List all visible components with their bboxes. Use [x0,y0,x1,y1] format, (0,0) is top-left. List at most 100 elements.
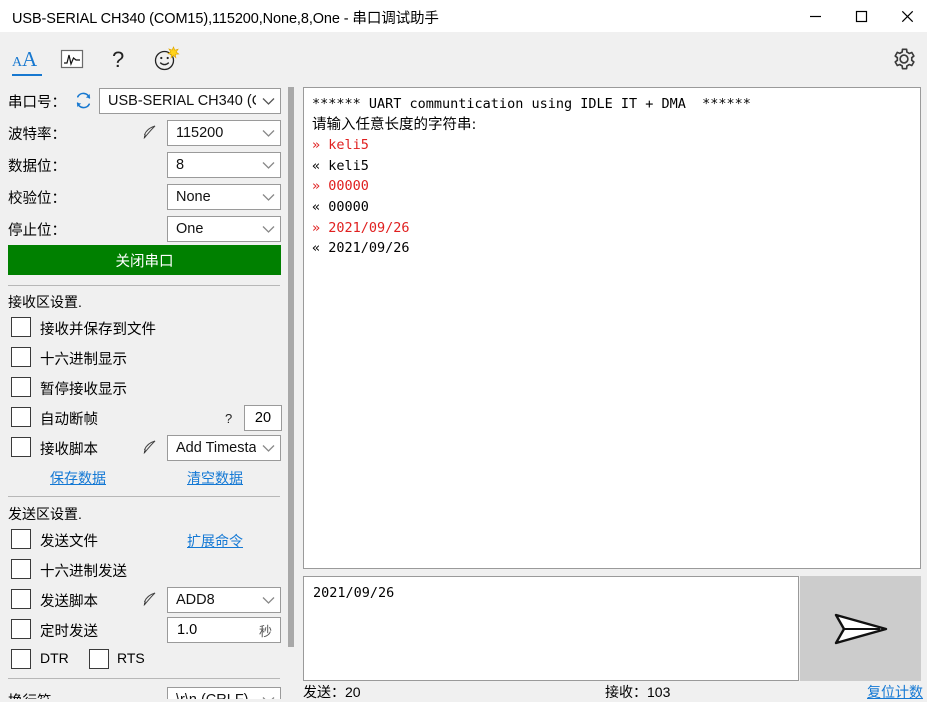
quill-pen-icon [143,125,156,140]
checkbox-row-hex-display[interactable]: 十六进制显示 [0,343,288,373]
receive-line: » 00000 [312,178,369,195]
clear-data-link[interactable]: 清空数据 [187,468,243,488]
chevron-down-icon [256,129,280,138]
status-sent: 发送：20 [303,684,361,700]
newline-row: 换行符 \r\n (CRLF) [0,685,288,699]
toggle-port-button[interactable]: 关闭串口 [8,245,281,275]
receive-script-select[interactable]: Add Timestamp [167,435,281,461]
font-size-button[interactable]: A A [3,32,51,85]
about-button[interactable] [142,32,190,85]
save-data-link[interactable]: 保存数据 [50,468,106,488]
newline-value: \r\n (CRLF) [168,692,256,699]
quill-pen-icon [143,592,156,607]
chevron-down-icon [256,596,280,605]
checkbox-row-send-script[interactable]: 发送脚本 ADD8 [0,585,288,615]
checkbox-row-auto-frame[interactable]: 自动断帧 ? 20 [0,403,288,433]
checkbox-pause-display[interactable] [11,377,31,397]
settings-button[interactable] [880,32,927,85]
send-script-edit-icon[interactable] [140,591,158,609]
extend-command-link[interactable]: 扩展命令 [187,531,243,551]
svg-text:?: ? [112,47,124,72]
divider [8,496,280,497]
port-select[interactable]: USB-SERIAL CH340 (COM15) [99,88,281,114]
checkbox-row-receive-script[interactable]: 接收脚本 Add Timestamp [0,433,288,463]
receive-line: « 00000 [312,198,369,215]
checkbox-row-hex-send[interactable]: 十六进制发送 [0,555,288,585]
checkbox-row-save-to-file[interactable]: 接收并保存到文件 [0,313,288,343]
baud-row: 波特率： 115200 [0,117,288,149]
checkbox-timed-send[interactable] [11,619,31,639]
stopbits-select[interactable]: One [167,216,281,242]
receive-script-edit-icon[interactable] [140,439,158,457]
send-input[interactable]: 2021/09/26 [303,576,799,681]
checkbox-send-file[interactable] [11,529,31,549]
flow-control-row: DTR RTS [0,645,288,675]
chevron-down-icon [256,193,280,202]
parity-value: None [176,189,211,205]
maximize-button[interactable] [838,0,884,32]
auto-frame-help-icon[interactable]: ? [225,411,232,426]
label-hex-send: 十六进制发送 [40,564,127,580]
parity-row: 校验位： None [0,181,288,213]
receive-line: « 2021/09/26 [312,240,410,257]
send-settings-heading: 发送区设置. [8,506,82,522]
baud-value: 115200 [176,125,224,141]
label-send-script: 发送脚本 [40,594,98,610]
left-panel-scrollbar-thumb[interactable] [288,87,294,647]
receive-line: » keli5 [312,137,369,154]
receive-line: » 2021/09/26 [312,219,410,236]
minimize-button[interactable] [792,0,838,32]
label-receive-script: 接收脚本 [40,442,98,458]
checkbox-hex-display[interactable] [11,347,31,367]
waveform-button[interactable] [48,32,96,85]
receive-settings-heading: 接收区设置. [8,294,82,310]
send-button[interactable] [800,576,921,681]
checkbox-dtr[interactable] [11,649,31,669]
refresh-ports-button[interactable] [74,91,94,111]
newline-label: 换行符 [8,690,52,699]
checkbox-hex-send[interactable] [11,559,31,579]
databits-select[interactable]: 8 [167,152,281,178]
port-row: 串口号： USB-SERIAL CH340 (COM15) [0,85,288,117]
newline-select[interactable]: \r\n (CRLF) [167,687,281,699]
label-pause-display: 暂停接收显示 [40,382,127,398]
receive-line: « keli5 [312,157,369,174]
port-value: USB-SERIAL CH340 (COM15) [108,93,256,109]
baud-edit-icon[interactable] [140,124,158,142]
reset-counter-link[interactable]: 复位计数 [867,682,923,702]
chevron-down-icon [256,444,280,453]
timed-send-interval-input[interactable]: 1.0 秒 [167,617,281,643]
label-save-to-file: 接收并保存到文件 [40,322,156,338]
parity-label: 校验位： [8,191,66,207]
databits-label: 数据位： [8,159,66,175]
label-timed-send: 定时发送 [40,624,98,640]
label-send-file: 发送文件 [40,534,98,550]
stopbits-row: 停止位： One [0,213,288,245]
divider [8,678,280,679]
chevron-down-icon [256,161,280,170]
checkbox-save-to-file[interactable] [11,317,31,337]
baud-select[interactable]: 115200 [167,120,281,146]
checkbox-auto-frame[interactable] [11,407,31,427]
checkbox-row-pause-display[interactable]: 暂停接收显示 [0,373,288,403]
gear-icon [893,47,915,69]
auto-frame-input[interactable]: 20 [244,405,282,431]
help-button[interactable]: ? [95,32,143,85]
label-hex-display: 十六进制显示 [40,352,127,368]
svg-text:A: A [22,47,38,71]
close-button[interactable] [884,0,927,32]
receive-lines: ****** UART communtication using IDLE IT… [304,88,920,259]
checkbox-row-send-file[interactable]: 发送文件 扩展命令 [0,525,288,555]
serial-assistant-window: USB-SERIAL CH340 (COM15),115200,None,8,O… [0,0,927,702]
checkbox-send-script[interactable] [11,589,31,609]
parity-select[interactable]: None [167,184,281,210]
title-bar: USB-SERIAL CH340 (COM15),115200,None,8,O… [0,0,927,32]
checkbox-receive-script[interactable] [11,437,31,457]
receive-textarea[interactable]: ****** UART communtication using IDLE IT… [303,87,921,569]
waveform-icon [60,49,84,68]
left-panel-scrollbar[interactable] [288,85,296,699]
send-input-value: 2021/09/26 [313,585,395,601]
send-script-select[interactable]: ADD8 [167,587,281,613]
checkbox-rts[interactable] [89,649,109,669]
checkbox-row-timed-send[interactable]: 定时发送 1.0 秒 [0,615,288,645]
